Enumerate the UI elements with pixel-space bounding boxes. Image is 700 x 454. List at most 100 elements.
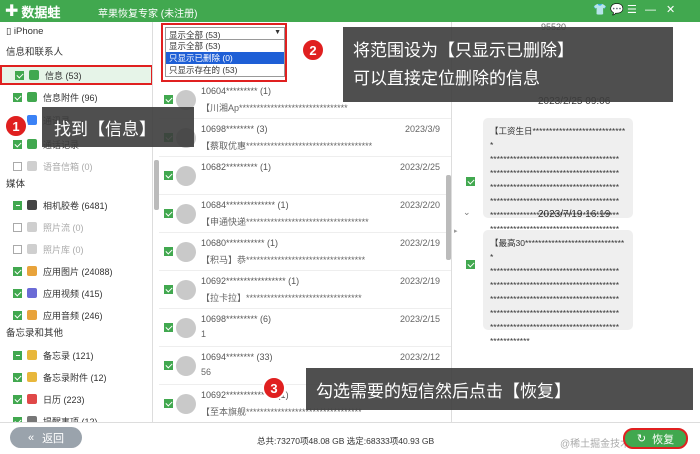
sidebar-item-checkbox[interactable] <box>13 350 22 360</box>
message-preview: 【拉卡拉】********************************* <box>201 293 362 303</box>
sidebar-item-checkbox[interactable] <box>13 244 22 254</box>
back-button[interactable]: « 返回 <box>10 427 82 448</box>
sidebar-item[interactable]: 备忘录附件 (12) <box>0 367 150 387</box>
sidebar-item[interactable]: 照片库 (0) <box>0 239 150 259</box>
callout-select-recover: 勾选需要的短信然后点击【恢复】 <box>306 368 693 410</box>
avatar <box>176 166 196 186</box>
collapse-arrow-icon[interactable]: ▸ <box>454 227 458 235</box>
message-preview: 【川湘Ap******************************* <box>201 103 348 113</box>
message-checkbox[interactable] <box>164 285 173 294</box>
callout-text: 找到【信息】 <box>54 119 156 139</box>
message-checkbox[interactable] <box>164 171 173 180</box>
sidebar-item[interactable]: 备忘录 (121) <box>0 345 150 365</box>
sidebar-section-title: 媒体 <box>6 179 26 190</box>
logo-plus-icon: ✚ <box>5 2 19 20</box>
sidebar-item-label: 备忘录 (121) <box>43 350 94 361</box>
sidebar-item-checkbox[interactable] <box>13 394 22 404</box>
menu-icon[interactable]: ☰ <box>627 4 637 16</box>
category-icon <box>27 266 37 276</box>
device-item[interactable]: ▯ iPhone <box>6 26 43 37</box>
sidebar-item-checkbox[interactable] <box>13 161 22 171</box>
list-scrollbar[interactable] <box>446 175 451 260</box>
category-icon <box>27 200 37 210</box>
message-row[interactable]: 10682********* (1) 2023/2/25 <box>159 157 451 195</box>
recover-button[interactable]: ↻ 恢复 <box>623 428 688 449</box>
sidebar-item-label: 日历 (223) <box>43 394 85 405</box>
sidebar-item[interactable]: 应用视频 (415) <box>0 283 150 303</box>
minimize-button[interactable]: — <box>645 4 656 16</box>
message-checkbox[interactable] <box>164 247 173 256</box>
sidebar-item-checkbox[interactable] <box>15 70 24 80</box>
category-icon <box>29 70 39 80</box>
message-row[interactable]: 10698******** (3) 【蔡取优惠******************… <box>159 119 451 157</box>
category-sidebar: ▯ iPhone 信息和联系人信息 (53)信息附件 (96)通讯录通话记录语音… <box>0 22 153 422</box>
sidebar-item-label: 备忘录附件 (12) <box>43 372 107 383</box>
message-date: 2023/2/20 <box>399 200 440 210</box>
message-row[interactable]: 10684************** (1) 【申通快递************… <box>159 195 451 233</box>
sidebar-item[interactable]: 应用音频 (246) <box>0 305 150 325</box>
message-date: 2023/2/19 <box>399 276 440 286</box>
close-button[interactable]: ✕ <box>666 4 675 16</box>
message-checkbox[interactable] <box>164 95 173 104</box>
message-row[interactable]: 10692***************** (1) 【拉卡拉】*********… <box>159 271 451 309</box>
sidebar-item[interactable]: 信息 (53) <box>0 65 152 85</box>
sidebar-item-label: 语音信箱 (0) <box>43 161 93 172</box>
sidebar-item-checkbox[interactable] <box>13 372 22 382</box>
sidebar-item[interactable]: 应用图片 (24088) <box>0 261 150 281</box>
sidebar-item-checkbox[interactable] <box>13 222 22 232</box>
message-checkbox[interactable] <box>164 209 173 218</box>
selection-stats: 总共:73270项48.08 GB 选定:68333项40.93 GB <box>257 436 435 446</box>
sidebar-item-checkbox[interactable] <box>13 92 22 102</box>
chevron-down-icon[interactable]: ⌄ <box>463 207 471 218</box>
step-badge: 2 <box>301 38 325 62</box>
message-row[interactable]: 10698********* (6) 1 2023/2/15 <box>159 309 451 347</box>
back-label: 返回 <box>42 432 65 445</box>
callout-set-filter: 将范围设为【只显示已删除】 可以直接定位删除的信息 <box>343 27 673 102</box>
sidebar-item-checkbox[interactable] <box>13 200 22 210</box>
sidebar-item-checkbox[interactable] <box>13 266 22 276</box>
message-date: 2023/2/12 <box>399 352 440 362</box>
sender-number: 10680*********** (1) <box>201 238 279 248</box>
message-row[interactable]: 10680*********** (1) 【积马】恭***************… <box>159 233 451 271</box>
sidebar-item-checkbox[interactable] <box>13 310 22 320</box>
avatar <box>176 356 196 376</box>
back-icon: « <box>27 431 35 444</box>
sidebar-item-label: 应用视频 (415) <box>43 288 103 299</box>
sender-number: 10692***************** (1) <box>201 276 300 286</box>
sidebar-item[interactable]: 语音信箱 (0) <box>0 156 150 176</box>
message-checkbox[interactable] <box>164 361 173 370</box>
category-icon <box>27 310 37 320</box>
message-date: 2023/3/9 <box>404 124 440 134</box>
sidebar-item-label: 提醒事项 (12) <box>43 416 98 423</box>
sidebar-section-title: 备忘录和其他 <box>6 328 64 339</box>
feedback-icon[interactable]: 💬 <box>610 4 624 16</box>
avatar <box>176 318 196 338</box>
message-preview: 【积马】恭********************************** <box>201 255 366 265</box>
sidebar-item-checkbox[interactable] <box>13 139 22 149</box>
sidebar-item-label: 照片库 (0) <box>43 244 84 255</box>
category-icon <box>27 372 37 382</box>
filter-highlight-box <box>161 23 287 82</box>
conversation-checkbox[interactable] <box>466 260 475 269</box>
conversation-checkbox[interactable] <box>466 177 475 186</box>
message-date: 2023/2/25 <box>399 162 440 172</box>
sidebar-item[interactable]: 日历 (223) <box>0 389 150 409</box>
app-title: 苹果恢复专家 (未注册) <box>98 9 198 20</box>
sidebar-section-title: 信息和联系人 <box>6 47 64 58</box>
category-icon <box>27 161 37 171</box>
sidebar-item[interactable]: 照片流 (0) <box>0 217 150 237</box>
sidebar-item-checkbox[interactable] <box>13 288 22 298</box>
title-bar: ✚ 数据蛙 苹果恢复专家 (未注册) 👕 💬 ☰ — ✕ <box>0 0 700 22</box>
category-icon <box>27 288 37 298</box>
message-checkbox[interactable] <box>164 323 173 332</box>
sender-number: 10682********* (1) <box>201 162 272 172</box>
message-preview: 1 <box>201 329 207 339</box>
skin-icon[interactable]: 👕 <box>593 4 607 16</box>
sidebar-item[interactable]: 提醒事项 (12) <box>0 411 150 422</box>
sidebar-item[interactable]: 相机胶卷 (6481) <box>0 195 150 215</box>
callout-text: 勾选需要的短信然后点击【恢复】 <box>316 381 571 401</box>
message-checkbox[interactable] <box>164 399 173 408</box>
message-preview: 【蔡取优惠***********************************… <box>201 141 373 151</box>
sidebar-item[interactable]: 信息附件 (96) <box>0 87 150 107</box>
conversation-timestamp: 2023/7/19 16:19 <box>538 209 611 220</box>
